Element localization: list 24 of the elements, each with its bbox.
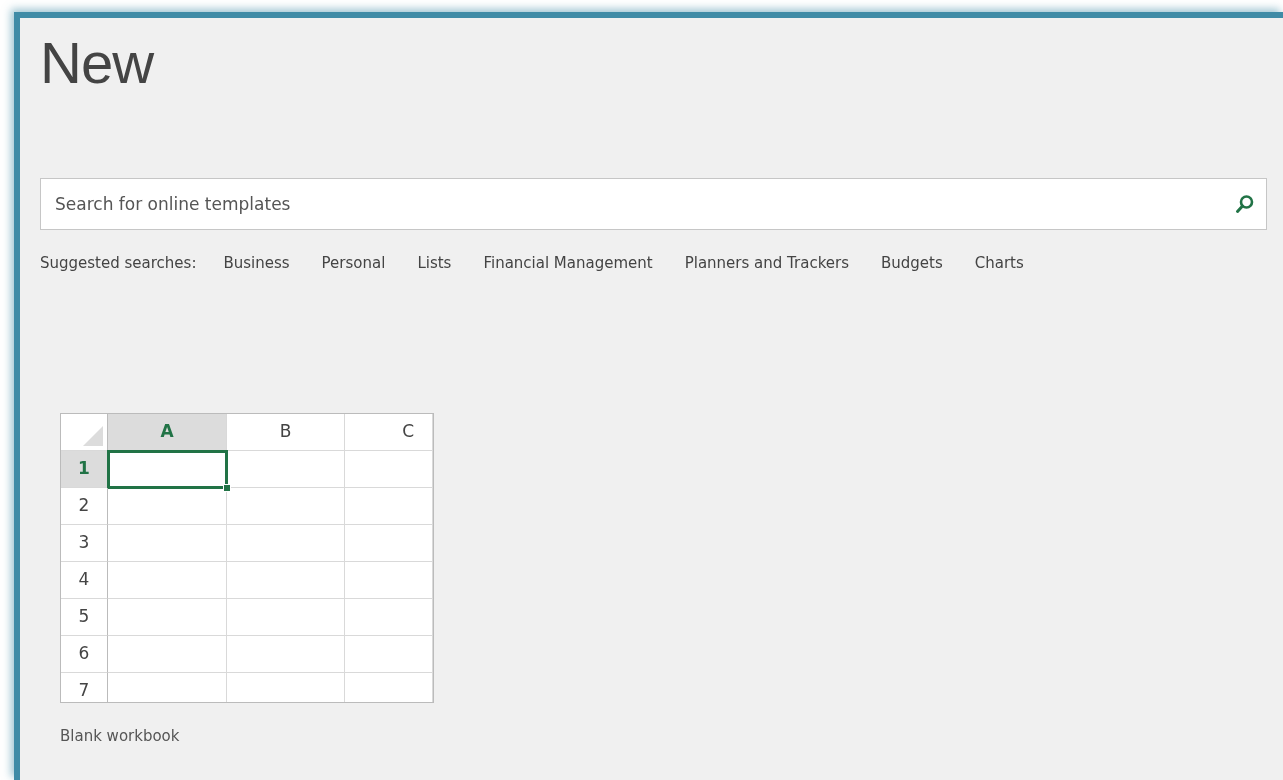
suggested-search-link[interactable]: Personal <box>321 252 386 275</box>
page-title: New <box>40 34 155 92</box>
row-header: 2 <box>61 487 108 525</box>
row-header: 5 <box>61 598 108 636</box>
column-header: C <box>345 413 433 451</box>
suggested-search-link[interactable]: Planners and Trackers <box>684 252 849 275</box>
row-header: 6 <box>61 635 108 673</box>
select-all-icon <box>83 425 103 446</box>
row-header: 1 <box>61 450 108 488</box>
row-header: 4 <box>61 561 108 599</box>
column-header: A <box>108 413 227 451</box>
suggested-label: Suggested searches: <box>40 253 197 274</box>
blank-workbook-thumbnail[interactable]: A B C 1 2 3 4 5 6 7 <box>60 412 434 703</box>
suggested-search-link[interactable]: Charts <box>974 252 1024 275</box>
suggested-search-link[interactable]: Lists <box>417 252 452 275</box>
row-header: 3 <box>61 524 108 562</box>
column-header: B <box>227 413 345 451</box>
suggested-search-link[interactable]: Business <box>223 252 290 275</box>
search-icon[interactable] <box>1235 194 1255 214</box>
suggested-search-link[interactable]: Financial Management <box>483 252 653 275</box>
template-caption: Blank workbook <box>60 725 181 747</box>
fill-handle[interactable] <box>223 483 231 492</box>
search-field[interactable]: Search for online templates <box>40 178 1267 230</box>
suggested-search-link[interactable]: Budgets <box>881 252 943 275</box>
